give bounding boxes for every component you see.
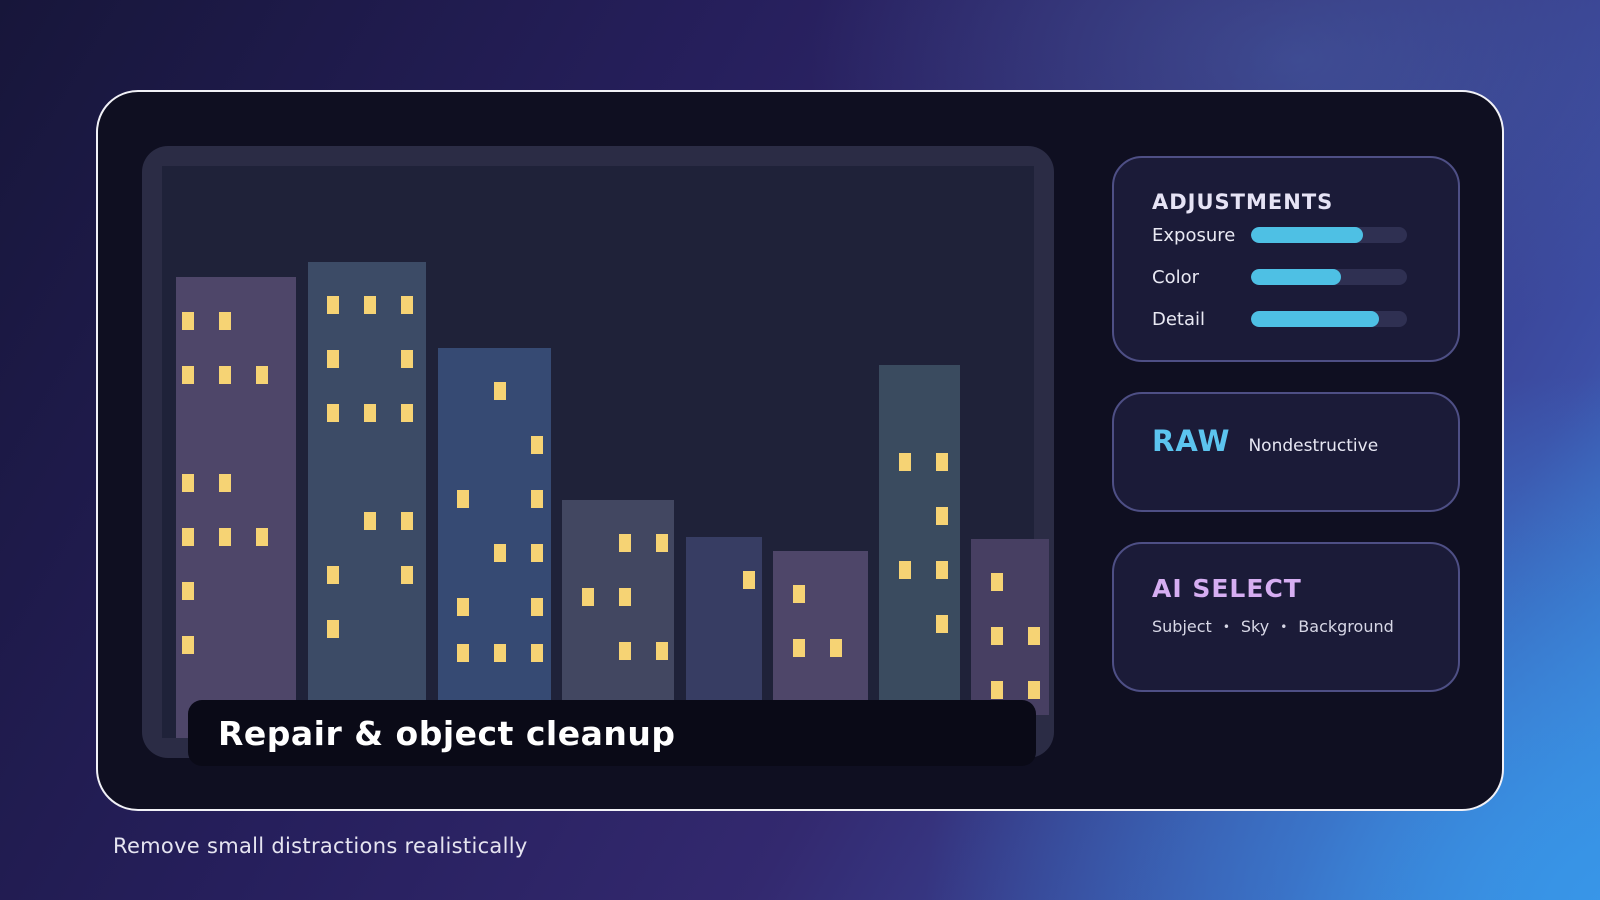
building-window	[582, 588, 594, 606]
building-window	[494, 644, 506, 662]
building-window	[531, 644, 543, 662]
slider-fill	[1251, 311, 1379, 327]
building-window	[936, 453, 948, 471]
tag-subject[interactable]: Subject	[1152, 617, 1212, 636]
building-window	[457, 490, 469, 508]
building-window	[219, 528, 231, 546]
caption-banner: Repair & object cleanup	[188, 700, 1036, 766]
building-window	[991, 627, 1003, 645]
building-window	[182, 366, 194, 384]
building-window	[401, 566, 413, 584]
slider-label: Detail	[1152, 308, 1206, 330]
building-2	[308, 262, 426, 738]
building-window	[219, 312, 231, 330]
building-window	[457, 598, 469, 616]
slider-exposure[interactable]: Exposure	[1152, 214, 1458, 256]
slider-color[interactable]: Color	[1152, 256, 1458, 298]
building-window	[401, 296, 413, 314]
slider-fill	[1251, 227, 1364, 243]
building-window	[656, 642, 668, 660]
slider-label: Exposure	[1152, 224, 1236, 246]
building-window	[793, 639, 805, 657]
slider-label: Color	[1152, 266, 1199, 288]
ai-select-tags: Subject • Sky • Background	[1152, 617, 1458, 636]
building-7	[879, 365, 960, 738]
building-window	[531, 436, 543, 454]
building-window	[936, 507, 948, 525]
building-window	[619, 534, 631, 552]
building-window	[364, 296, 376, 314]
building-window	[401, 350, 413, 368]
building-3	[438, 348, 551, 738]
raw-subtitle: Nondestructive	[1248, 436, 1379, 456]
building-window	[219, 366, 231, 384]
building-window	[1028, 627, 1040, 645]
building-window	[364, 404, 376, 422]
separator-dot: •	[1280, 619, 1288, 634]
footer-subtitle: Remove small distractions realistically	[113, 834, 528, 858]
raw-panel: RAW Nondestructive	[1112, 392, 1460, 512]
ai-select-title: AI SELECT	[1152, 574, 1302, 603]
building-window	[494, 382, 506, 400]
tag-sky[interactable]: Sky	[1241, 617, 1269, 636]
adjustments-title: ADJUSTMENTS	[1152, 190, 1334, 214]
building-window	[219, 474, 231, 492]
building-window	[991, 573, 1003, 591]
building-window	[327, 404, 339, 422]
slider-fill	[1251, 269, 1342, 285]
building-window	[991, 681, 1003, 699]
building-window	[531, 598, 543, 616]
separator-dot: •	[1222, 619, 1230, 634]
building-window	[656, 534, 668, 552]
caption-text: Repair & object cleanup	[218, 713, 676, 753]
city-skyline-illustration	[176, 262, 1049, 738]
building-window	[936, 615, 948, 633]
building-window	[743, 571, 755, 589]
building-window	[936, 561, 948, 579]
building-window	[531, 490, 543, 508]
building-window	[531, 544, 543, 562]
slider-track[interactable]	[1251, 269, 1407, 285]
adjustments-panel: ADJUSTMENTS Exposure Color Detail	[1112, 156, 1460, 362]
showcase-card: Repair & object cleanup ADJUSTMENTS Expo…	[96, 90, 1504, 811]
building-window	[182, 582, 194, 600]
photo-preview[interactable]: Repair & object cleanup	[162, 166, 1049, 766]
ai-select-panel: AI SELECT Subject • Sky • Background	[1112, 542, 1460, 692]
building-window	[256, 366, 268, 384]
building-window	[327, 566, 339, 584]
slider-track[interactable]	[1251, 227, 1407, 243]
building-window	[899, 453, 911, 471]
building-window	[830, 639, 842, 657]
building-window	[1028, 681, 1040, 699]
building-window	[327, 350, 339, 368]
building-window	[182, 528, 194, 546]
building-1	[176, 277, 296, 738]
building-window	[494, 544, 506, 562]
building-window	[327, 620, 339, 638]
building-window	[619, 588, 631, 606]
building-window	[256, 528, 268, 546]
building-window	[457, 644, 469, 662]
raw-title: RAW	[1152, 424, 1231, 458]
building-window	[401, 404, 413, 422]
building-window	[364, 512, 376, 530]
building-window	[619, 642, 631, 660]
building-window	[327, 296, 339, 314]
building-window	[793, 585, 805, 603]
slider-track[interactable]	[1251, 311, 1407, 327]
tag-background[interactable]: Background	[1298, 617, 1393, 636]
building-window	[899, 561, 911, 579]
building-window	[182, 474, 194, 492]
slider-detail[interactable]: Detail	[1152, 298, 1458, 340]
building-window	[401, 512, 413, 530]
building-window	[182, 636, 194, 654]
building-window	[182, 312, 194, 330]
photo-preview-frame: Repair & object cleanup	[142, 146, 1054, 766]
